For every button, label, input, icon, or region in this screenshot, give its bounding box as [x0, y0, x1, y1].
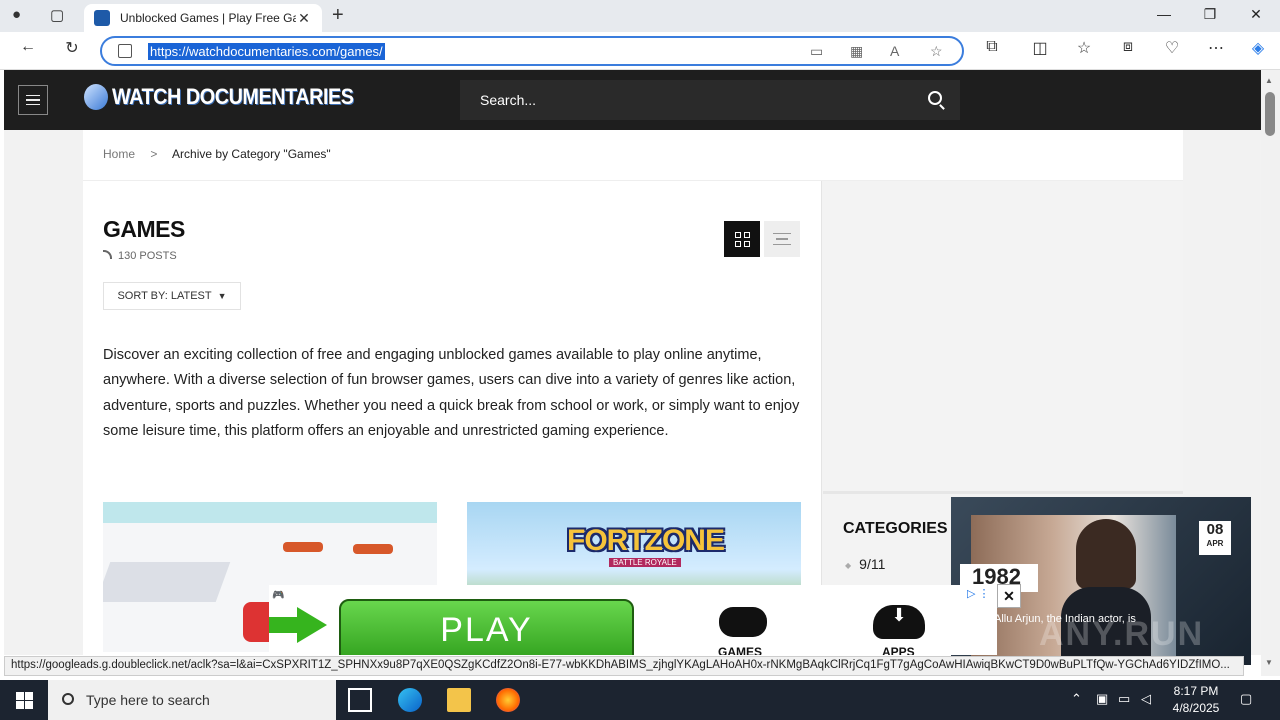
date-month: APR [1206, 539, 1224, 548]
performance-icon[interactable]: ♡ [1160, 38, 1184, 58]
file-explorer-icon[interactable] [447, 688, 471, 712]
profile-icon[interactable]: ● [12, 6, 21, 23]
ad-close-button[interactable]: ✕ [997, 584, 1021, 608]
edge-icon[interactable] [398, 688, 422, 712]
breadcrumb: Home > Archive by Category "Games" [103, 147, 331, 161]
sidebar-divider [823, 491, 1183, 494]
network-icon[interactable]: ▭ [1118, 691, 1130, 707]
date-badge: 08 APR [1199, 521, 1231, 555]
tab-actions-icon[interactable]: ▢ [50, 6, 64, 24]
adchoices-icon[interactable]: ▷ ⋮ [967, 587, 990, 600]
search-placeholder: Search... [480, 92, 537, 108]
app-available-icon[interactable]: ▭ [810, 43, 823, 60]
qr-code-icon[interactable]: ▦ [850, 43, 863, 60]
copilot-icon[interactable]: ◈ [1246, 38, 1270, 58]
breadcrumb-current: Archive by Category "Games" [172, 147, 331, 161]
scroll-thumb[interactable] [1265, 92, 1275, 136]
ad-badge-icon: 🎮 [272, 590, 285, 601]
tray-overflow-icon[interactable]: ⌃ [1071, 691, 1082, 707]
video-caption: Allu Arjun, the Indian actor, is [994, 613, 1136, 625]
site-header: WATCH DOCUMENTARIES Search... [4, 70, 1261, 130]
bottom-ad-banner[interactable]: PLAY GAMES ⬇ APPS ▷ ⋮ [269, 585, 997, 655]
arrow-head-icon [297, 607, 327, 643]
start-button[interactable] [0, 680, 48, 720]
search-icon[interactable] [928, 91, 942, 105]
address-bar[interactable]: https://watchdocumentaries.com/games/ ▭ … [100, 36, 964, 66]
firefox-icon[interactable] [496, 688, 520, 712]
clock-date: 4/8/2025 [1172, 701, 1220, 715]
ad-apps-label[interactable]: APPS [882, 645, 915, 655]
thumbnail-title: FORTZONE [567, 524, 725, 557]
chevron-down-icon: ▼ [217, 291, 227, 301]
refresh-icon[interactable]: ↻ [60, 38, 84, 58]
split-screen-icon[interactable]: ◫ [1028, 38, 1052, 58]
tab-close-icon[interactable]: ✕ [296, 10, 312, 27]
categories-heading: CATEGORIES [843, 520, 948, 537]
gamepad-icon [719, 607, 767, 637]
tray-device-icon[interactable]: ▣ [1096, 691, 1108, 707]
download-cloud-icon: ⬇ [873, 605, 925, 639]
sort-label: SORT BY: LATEST [117, 290, 212, 302]
rss-icon [103, 250, 112, 259]
minimize-icon[interactable]: — [1141, 6, 1187, 22]
date-day: 08 [1206, 521, 1224, 538]
site-favicon-icon [94, 10, 110, 26]
taskbar-search-placeholder: Type here to search [86, 692, 210, 708]
logo-text: WATCH DOCUMENTARIES [112, 84, 354, 109]
site-search[interactable]: Search... [460, 80, 960, 120]
search-icon [62, 693, 74, 705]
grid-view-button[interactable] [724, 221, 760, 257]
page-title: GAMES [103, 216, 185, 242]
site-logo[interactable]: WATCH DOCUMENTARIES [84, 84, 380, 110]
url-text[interactable]: https://watchdocumentaries.com/games/ [148, 42, 385, 60]
list-view-button[interactable] [764, 221, 800, 257]
ad-games-label[interactable]: GAMES [718, 645, 762, 655]
windows-taskbar: Type here to search ⌃ ▣ ▭ ◁ 8:17 PM 4/8/… [0, 680, 1280, 720]
notification-icon[interactable]: ▢ [1240, 691, 1252, 707]
logo-mark-icon [84, 84, 108, 110]
browser-tab-strip: ● ▢ Unblocked Games | Play Free Games ✕ … [0, 0, 1280, 32]
address-bar-row: ← ↻ https://watchdocumentaries.com/games… [0, 32, 1280, 70]
breadcrumb-separator: > [150, 147, 158, 161]
read-aloud-icon[interactable]: A [890, 43, 899, 59]
sort-dropdown[interactable]: SORT BY: LATEST ▼ [103, 282, 241, 310]
ad-play-button[interactable]: PLAY [339, 599, 634, 655]
volume-icon[interactable]: ◁ [1141, 691, 1151, 707]
clock-time: 8:17 PM [1173, 684, 1219, 698]
favorite-star-icon[interactable]: ☆ [930, 43, 943, 60]
more-menu-icon[interactable]: ⋯ [1204, 38, 1228, 58]
scroll-down-icon[interactable]: ▼ [1265, 658, 1273, 667]
back-icon[interactable]: ← [16, 38, 40, 56]
category-item[interactable]: 9/11 [845, 556, 885, 572]
restore-icon[interactable]: ❐ [1187, 6, 1233, 23]
thumbnail-subtitle: BATTLE ROYALE [609, 558, 681, 567]
active-tab[interactable]: Unblocked Games | Play Free Games ✕ [84, 4, 322, 32]
menu-hamburger-icon[interactable] [18, 85, 48, 115]
link-status-bar: https://googleads.g.doubleclick.net/aclk… [4, 656, 1244, 676]
system-clock[interactable]: 8:17 PM 4/8/2025 [1164, 683, 1228, 717]
new-tab-icon[interactable]: + [332, 4, 344, 27]
collections-icon[interactable]: ⧈ [1116, 38, 1140, 56]
favorites-icon[interactable]: ☆ [1072, 38, 1096, 58]
lock-icon[interactable] [118, 44, 132, 58]
post-count-text: 130 POSTS [118, 250, 177, 262]
task-view-icon[interactable] [348, 688, 372, 712]
tab-title: Unblocked Games | Play Free Games [120, 11, 296, 25]
taskbar-search[interactable]: Type here to search [48, 680, 336, 720]
extensions-icon[interactable]: ⧉ [980, 38, 1004, 56]
breadcrumb-home[interactable]: Home [103, 147, 135, 161]
window-close-icon[interactable]: ✕ [1233, 6, 1279, 23]
category-description: Discover an exciting collection of free … [103, 347, 800, 440]
scroll-up-icon[interactable]: ▲ [1265, 76, 1273, 85]
post-count: 130 POSTS [103, 250, 177, 262]
page-scrollbar[interactable]: ▲ ▼ [1261, 70, 1280, 676]
arrow-icon [269, 617, 299, 633]
